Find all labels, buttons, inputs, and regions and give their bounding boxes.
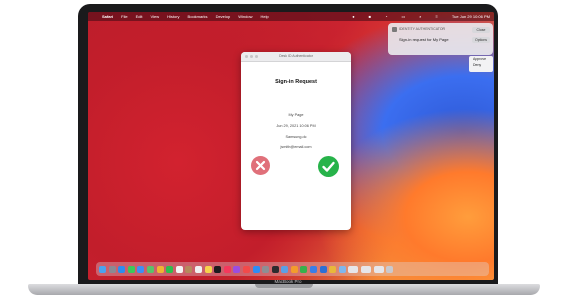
contacts-icon[interactable] — [185, 265, 193, 273]
tv-icon[interactable] — [214, 265, 222, 273]
menu-safari[interactable]: Safari — [102, 14, 113, 19]
control-center-icon[interactable]: ≡ — [436, 14, 438, 19]
xcode-icon[interactable] — [319, 265, 327, 273]
menu-develop[interactable]: Develop — [216, 14, 231, 19]
window-icon[interactable] — [373, 265, 384, 273]
sign-in-request-dialog: Desk ID Authenticator Sign-in Request My… — [241, 52, 351, 230]
close-button[interactable]: Close — [472, 27, 490, 33]
menu-view[interactable]: View — [150, 14, 159, 19]
options-menu: Approve Deny — [469, 56, 493, 72]
request-email: jsmith@email.com — [280, 145, 312, 149]
music-icon[interactable] — [223, 265, 231, 273]
finder-icon[interactable] — [99, 265, 106, 273]
app-icon — [392, 27, 397, 32]
photos-icon[interactable] — [156, 265, 164, 273]
terminal-icon[interactable] — [271, 265, 279, 273]
laptop-label: MacBook Pro — [274, 279, 302, 284]
podcasts-icon[interactable] — [233, 265, 241, 273]
notification-message: Sign-in request for My Page — [399, 37, 449, 42]
preview-icon[interactable] — [281, 265, 289, 273]
options-button[interactable]: Options — [472, 37, 490, 43]
wifi-icon[interactable]: ◔ — [385, 14, 387, 19]
mic-icon[interactable]: ● — [352, 14, 354, 19]
laptop-notch — [255, 284, 313, 288]
folder-icon[interactable] — [338, 265, 346, 273]
facetime-icon[interactable] — [166, 265, 174, 273]
dock — [96, 262, 489, 276]
window-titlebar: Desk ID Authenticator — [241, 52, 351, 62]
settings-icon[interactable] — [262, 265, 270, 273]
chrome-icon[interactable] — [329, 265, 337, 273]
notes-icon[interactable] — [204, 265, 212, 273]
search-icon[interactable]: ⌕ — [419, 14, 421, 19]
lock-icon[interactable]: ■ — [369, 14, 371, 19]
request-datetime: Jun 29, 2021 10:06 PM — [276, 124, 316, 128]
launchpad-icon[interactable] — [108, 265, 116, 273]
calendar-icon[interactable] — [175, 265, 183, 273]
notification-app: IDENTITY AUTHENTICATOR — [399, 27, 446, 31]
request-user: Samsung.dc — [285, 135, 307, 139]
pages-icon[interactable] — [290, 265, 298, 273]
numbers-icon[interactable] — [300, 265, 308, 273]
approve-button[interactable] — [318, 156, 339, 177]
window-icon[interactable] — [361, 265, 372, 273]
clock[interactable]: Tue Jun 29 10:06 PM — [452, 14, 490, 19]
checkmark-icon — [322, 161, 335, 172]
messages-icon[interactable] — [127, 265, 135, 273]
menu-bookmarks[interactable]: Bookmarks — [188, 14, 208, 19]
menu-edit[interactable]: Edit — [136, 14, 143, 19]
menu-bar: Safari File Edit View History Bookmarks … — [88, 12, 494, 21]
notification-banner[interactable]: IDENTITY AUTHENTICATOR Sign-in request f… — [388, 23, 493, 55]
menu-help[interactable]: Help — [260, 14, 268, 19]
safari-icon[interactable] — [118, 265, 126, 273]
keynote-icon[interactable] — [310, 265, 318, 273]
appstore-icon[interactable] — [252, 265, 260, 273]
maps-icon[interactable] — [146, 265, 154, 273]
dialog-title: Sign-in Request — [275, 79, 317, 85]
service-name: My Page — [288, 113, 304, 117]
deny-menu-item[interactable]: Deny — [469, 62, 493, 68]
menu-file[interactable]: File — [121, 14, 127, 19]
desktop-screen: Safari File Edit View History Bookmarks … — [88, 12, 494, 280]
window-icon[interactable] — [348, 265, 359, 273]
window-title: Desk ID Authenticator — [279, 54, 313, 58]
battery-icon[interactable]: ▭ — [402, 14, 406, 19]
menu-history[interactable]: History — [167, 14, 179, 19]
status-area: ● ■ ◔ ▭ ⌕ ≡ Tue Jun 29 10:06 PM — [344, 12, 490, 21]
news-icon[interactable] — [242, 265, 250, 273]
deny-button[interactable] — [251, 156, 270, 175]
menu-window[interactable]: Window — [238, 14, 252, 19]
reminders-icon[interactable] — [194, 265, 202, 273]
x-icon — [255, 160, 266, 171]
trash-icon[interactable] — [386, 265, 394, 273]
mail-icon[interactable] — [137, 265, 145, 273]
